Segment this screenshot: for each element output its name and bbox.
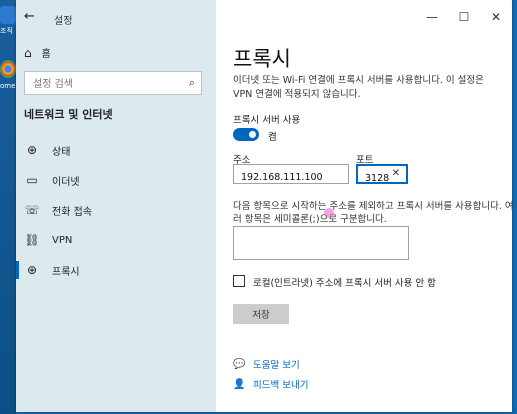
address-field[interactable] — [233, 164, 349, 187]
desktop-icon-label: 조직 — [0, 27, 13, 35]
chrome-icon[interactable] — [0, 60, 16, 78]
close-button[interactable]: ✕ — [480, 0, 512, 34]
title-bar: ← 설정 — [16, 0, 216, 34]
help-link[interactable]: 💬 도움말 보기 — [233, 357, 300, 372]
main-panel: — ☐ ✕ 프록시 이더넷 또는 Wi-Fi 연결에 프록시 서버를 사용합니다… — [216, 0, 514, 412]
exceptions-field[interactable] — [233, 226, 409, 260]
sidebar-item-home[interactable]: ⌂ 홈 — [24, 45, 51, 61]
feedback-link-label: 피드백 보내기 — [253, 380, 309, 391]
window-controls: — ☐ ✕ — [416, 0, 512, 34]
maximize-button[interactable]: ☐ — [448, 0, 480, 34]
sidebar-item-status[interactable]: ⊕ 상태 — [16, 136, 216, 164]
help-icon: 💬 — [233, 358, 246, 370]
sidebar-item-vpn[interactable]: ⛓ VPN — [16, 226, 216, 254]
page-title: 프록시 — [233, 47, 291, 71]
exceptions-description: 다음 항목으로 시작하는 주소를 제외하고 프록시 서버를 사용합니다. 여러 … — [233, 201, 514, 225]
sidebar-item-label: 전화 접속 — [52, 206, 92, 218]
sidebar-item-label: 이더넷 — [52, 176, 80, 188]
sidebar-item-ethernet[interactable]: ▭ 이더넷 — [16, 166, 216, 194]
settings-window: ← 설정 ⌂ 홈 ⌕ 네트워크 및 인터넷 ⊕ 상태 ▭ 이더넷 ☏ 전화 접속… — [16, 0, 514, 412]
local-bypass-checkbox[interactable] — [233, 275, 245, 287]
use-proxy-toggle[interactable] — [233, 128, 259, 141]
address-input[interactable] — [234, 168, 348, 187]
vpn-icon: ⛓ — [24, 233, 40, 247]
phone-dial-icon: ☏ — [24, 203, 40, 217]
desktop-icon-label: ome — [0, 82, 16, 90]
app-title: 설정 — [54, 16, 73, 27]
save-button[interactable]: 저장 — [233, 304, 289, 324]
port-field[interactable]: ✕ — [356, 164, 408, 188]
sidebar-item-dialup[interactable]: ☏ 전화 접속 — [16, 196, 216, 224]
sidebar-item-proxy[interactable]: ⊕ 프록시 — [16, 256, 216, 284]
clear-icon[interactable]: ✕ — [392, 168, 400, 179]
search-icon[interactable]: ⌕ — [189, 76, 195, 90]
sidebar: ← 설정 ⌂ 홈 ⌕ 네트워크 및 인터넷 ⊕ 상태 ▭ 이더넷 ☏ 전화 접속… — [16, 0, 216, 412]
desktop-icon-folder[interactable] — [0, 6, 16, 24]
pointer-highlight — [324, 208, 334, 218]
desktop-strip: 조직 ome — [0, 0, 16, 414]
help-link-label: 도움말 보기 — [253, 360, 300, 371]
back-arrow-icon[interactable]: ← — [24, 9, 35, 24]
proxy-description: 이더넷 또는 Wi-Fi 연결에 프록시 서버를 사용합니다. 이 설정은 VP… — [233, 75, 484, 100]
search-box[interactable]: ⌕ — [24, 71, 202, 97]
toggle-state-label: 켬 — [268, 132, 277, 143]
port-input[interactable] — [358, 169, 394, 188]
sidebar-item-label: VPN — [52, 234, 73, 246]
globe-icon: ⊕ — [26, 263, 38, 277]
feedback-link[interactable]: 👤 피드백 보내기 — [233, 377, 309, 392]
sidebar-item-label: 프록시 — [52, 266, 80, 278]
local-bypass-label: 로컬(인트라넷) 주소에 프록시 서버 사용 안 함 — [253, 278, 436, 289]
use-proxy-label: 프록시 서버 사용 — [233, 115, 301, 126]
sidebar-item-label: 상태 — [52, 146, 71, 158]
globe-icon: ⊕ — [26, 143, 38, 157]
search-input[interactable] — [25, 72, 185, 97]
section-title: 네트워크 및 인터넷 — [24, 108, 113, 121]
monitor-icon: ▭ — [26, 173, 38, 187]
home-label: 홈 — [41, 49, 51, 60]
home-icon: ⌂ — [24, 45, 32, 60]
minimize-button[interactable]: — — [416, 0, 448, 34]
feedback-icon: 👤 — [233, 378, 246, 390]
